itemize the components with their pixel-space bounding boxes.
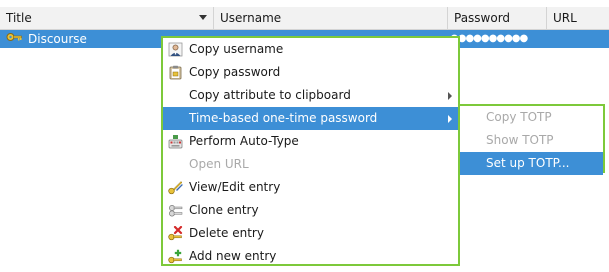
menu-item-clone-entry[interactable]: Clone entry [163,199,458,222]
copy-password-label: Copy password [189,65,281,79]
column-url-label: URL [553,11,577,25]
submenu-arrow-icon [448,92,452,100]
menu-item-add-new-entry[interactable]: Add new entry [163,245,458,268]
view-edit-entry-label: View/Edit entry [189,180,281,194]
user-icon [168,42,183,57]
entry-password: ●●●●●●●●●● [450,33,528,44]
copy-attribute-label: Copy attribute to clipboard [189,88,351,102]
edit-entry-icon [168,180,183,195]
sort-down-icon[interactable] [199,15,207,20]
auto-type-icon [168,134,183,149]
totp-submenu: Copy TOTP Show TOTP Set up TOTP... [458,104,605,175]
submenu-arrow-icon [448,115,452,123]
entry-context-menu: Copy username Copy password Copy attribu… [161,36,460,266]
entry-title: Discourse [28,32,87,46]
delete-entry-label: Delete entry [189,226,264,240]
open-url-label: Open URL [189,157,249,171]
column-header-title[interactable]: Title [0,7,214,29]
menu-item-copy-attribute[interactable]: Copy attribute to clipboard [163,84,458,107]
menu-item-setup-totp[interactable]: Set up TOTP... [460,152,603,175]
copy-totp-label: Copy TOTP [486,110,552,124]
menu-item-view-edit-entry[interactable]: View/Edit entry [163,176,458,199]
menu-item-show-totp[interactable]: Show TOTP [460,129,603,152]
menu-item-auto-type[interactable]: Perform Auto-Type [163,130,458,153]
add-new-entry-label: Add new entry [189,249,277,263]
clipboard-icon [168,65,183,80]
menu-item-copy-totp[interactable]: Copy TOTP [460,106,603,129]
menu-item-totp[interactable]: Time-based one-time password [163,107,458,130]
menu-item-delete-entry[interactable]: Delete entry [163,222,458,245]
column-password-label: Password [454,11,511,25]
auto-type-label: Perform Auto-Type [189,134,299,148]
delete-entry-icon [168,225,183,241]
clone-entry-icon [168,203,183,218]
setup-totp-label: Set up TOTP... [486,156,570,170]
column-username-label: Username [220,11,282,25]
menu-item-copy-password[interactable]: Copy password [163,61,458,84]
clone-entry-label: Clone entry [189,203,259,217]
key-icon [6,30,22,48]
totp-label: Time-based one-time password [189,111,378,125]
column-header-url[interactable]: URL [547,7,609,29]
show-totp-label: Show TOTP [486,133,554,147]
entry-password-cell[interactable]: ●●●●●●●●●● [450,30,546,48]
column-header-username[interactable]: Username [214,7,448,29]
column-header-password[interactable]: Password [448,7,547,29]
table-header: Title Username Password URL [0,7,609,30]
add-entry-icon [168,249,183,264]
copy-username-label: Copy username [189,42,284,56]
menu-item-copy-username[interactable]: Copy username [163,38,458,61]
column-title-label: Title [6,11,32,25]
menu-item-open-url[interactable]: Open URL [163,153,458,176]
